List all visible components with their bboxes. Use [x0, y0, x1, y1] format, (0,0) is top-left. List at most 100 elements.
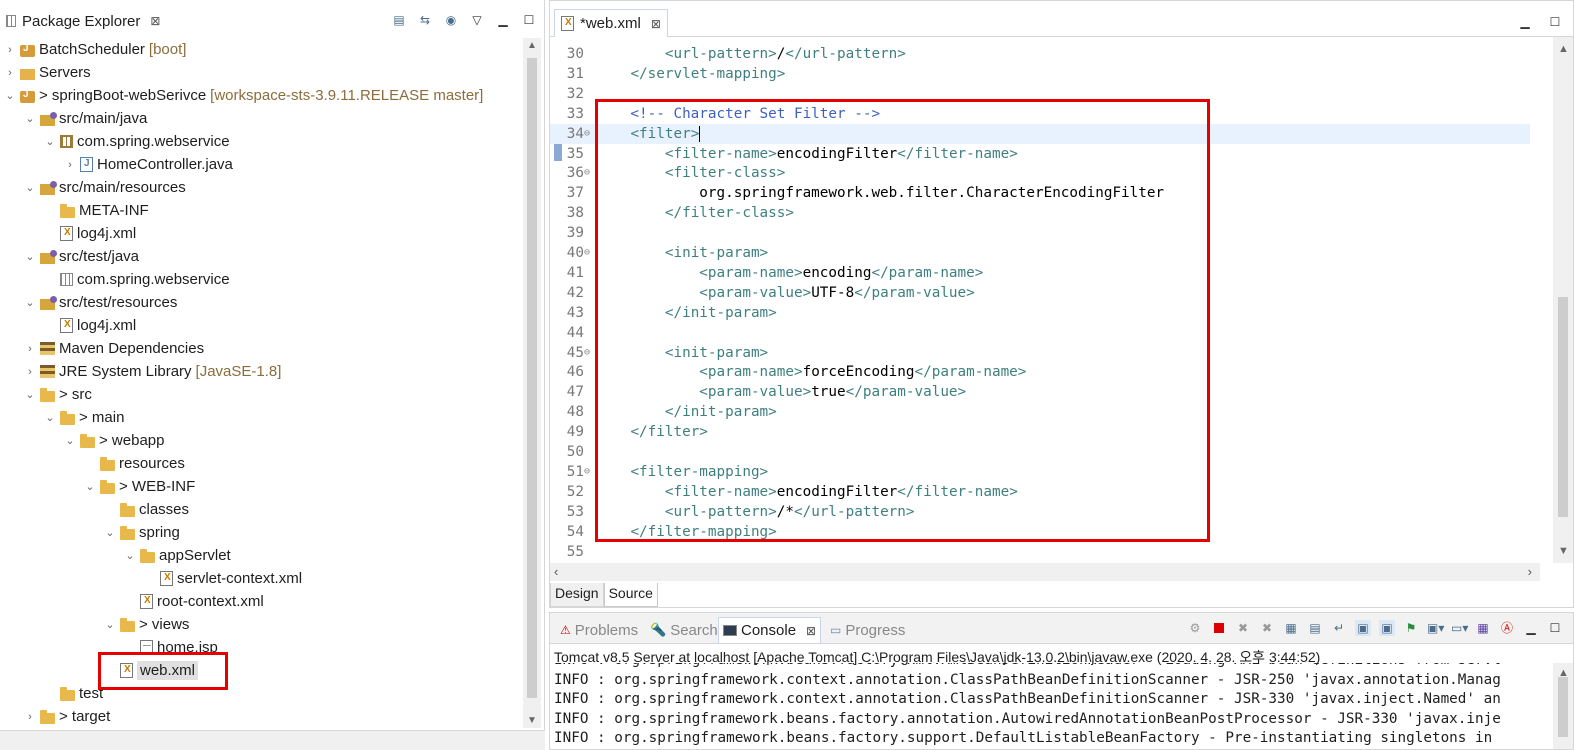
- tree-item-src-test-resources[interactable]: ⌄ src/test/resources: [22, 291, 177, 314]
- tree-item-folder-resources[interactable]: resources: [82, 452, 185, 475]
- remove-launch-icon[interactable]: ✖: [1235, 620, 1251, 636]
- chevron-down-icon[interactable]: ⌄: [22, 250, 38, 263]
- tab-console[interactable]: Console ⊠: [718, 617, 822, 643]
- tree-item-project-springboot-webservice[interactable]: ⌄ > springBoot-webSerivce[workspace-sts-3…: [2, 84, 483, 107]
- pin-console-icon[interactable]: ⚑: [1403, 620, 1419, 636]
- scroll-up-icon[interactable]: ▲: [527, 40, 537, 51]
- editor-vertical-scrollbar[interactable]: ▲ ▼: [1553, 37, 1573, 563]
- tree-item-file-servlet-context-xml[interactable]: servlet-context.xml: [142, 567, 302, 590]
- code-line[interactable]: 40 ⊖ <init-param>: [550, 243, 1530, 263]
- tree-item-folder-spring[interactable]: ⌄ spring: [102, 521, 179, 544]
- scroll-lock-icon[interactable]: ▤: [1307, 620, 1323, 636]
- tree-item-folder-views[interactable]: ⌄ > views: [102, 613, 189, 636]
- code-line[interactable]: 50: [550, 442, 1530, 462]
- link-with-editor-icon[interactable]: ⇆: [417, 12, 433, 28]
- code-line[interactable]: 54 </filter-mapping>: [550, 522, 1530, 542]
- console-scrollbar-thumb[interactable]: [1558, 677, 1568, 737]
- chevron-right-icon[interactable]: ›: [2, 67, 18, 79]
- open-log-icon[interactable]: ▦: [1475, 620, 1491, 636]
- explorer-scrollbar[interactable]: ▲ ▼: [523, 38, 541, 728]
- code-line[interactable]: 53 <url-pattern>/*</url-pattern>: [550, 502, 1530, 522]
- code-line[interactable]: 34 ⊖ <filter>: [550, 123, 1530, 144]
- code-line[interactable]: 46 <param-name>forceEncoding</param-name…: [550, 362, 1530, 382]
- chevron-right-icon[interactable]: ›: [22, 366, 38, 378]
- chevron-right-icon[interactable]: ›: [2, 44, 18, 56]
- tree-item-folder-main[interactable]: ⌄ > main: [42, 406, 124, 429]
- fold-toggle-icon[interactable]: ⊖: [584, 124, 594, 144]
- collapse-all-icon[interactable]: ▤: [391, 12, 407, 28]
- scroll-down-icon[interactable]: ▼: [1558, 545, 1569, 557]
- fold-toggle-icon[interactable]: ⊖: [584, 343, 594, 363]
- chevron-down-icon[interactable]: ⌄: [22, 296, 38, 309]
- tree-item-file-root-context-xml[interactable]: root-context.xml: [122, 590, 264, 613]
- tab-search[interactable]: 🔦 Search: [646, 617, 722, 643]
- tree-item-folder-test[interactable]: test: [42, 682, 103, 705]
- view-menu-icon[interactable]: ▽: [469, 12, 485, 28]
- code-line[interactable]: 37 org.springframework.web.filter.Charac…: [550, 183, 1530, 203]
- chevron-down-icon[interactable]: ⌄: [22, 112, 38, 125]
- display-selected-console-icon[interactable]: ▣▾: [1427, 620, 1444, 636]
- code-line[interactable]: 45 ⊖ <init-param>: [550, 343, 1530, 363]
- chevron-right-icon[interactable]: ›: [62, 159, 78, 171]
- console-scrollbar[interactable]: ▲: [1553, 663, 1573, 749]
- tree-item-folder-web-inf[interactable]: ⌄ > WEB-INF: [82, 475, 195, 498]
- code-line[interactable]: 39: [550, 223, 1530, 243]
- editor-scrollbar-thumb[interactable]: [1558, 297, 1568, 517]
- code-line[interactable]: 30 <url-pattern>/</url-pattern>: [550, 44, 1530, 64]
- code-line[interactable]: 48 </init-param>: [550, 402, 1530, 422]
- chevron-down-icon[interactable]: ⌄: [22, 388, 38, 401]
- editor-horizontal-scrollbar[interactable]: ‹ ›: [550, 563, 1540, 581]
- scroll-down-icon[interactable]: ▼: [527, 715, 537, 726]
- clear-console-icon[interactable]: ▦: [1283, 620, 1299, 636]
- code-line[interactable]: 51 ⊖ <filter-mapping>: [550, 462, 1530, 482]
- tree-item-folder-appservlet[interactable]: ⌄ appServlet: [122, 544, 230, 567]
- maximize-icon[interactable]: ☐: [1547, 620, 1563, 636]
- code-line[interactable]: 32: [550, 84, 1530, 104]
- maximize-icon[interactable]: ☐: [521, 12, 537, 28]
- fold-toggle-icon[interactable]: ⊖: [584, 163, 594, 183]
- error-log-icon[interactable]: Ⓐ: [1499, 620, 1515, 636]
- tree-item-file-log4j-xml-test[interactable]: log4j.xml: [42, 314, 136, 337]
- code-line[interactable]: 42 <param-value>UTF-8</param-value>: [550, 283, 1530, 303]
- chevron-down-icon[interactable]: ⌄: [42, 135, 58, 148]
- chevron-down-icon[interactable]: ⌄: [122, 549, 138, 562]
- console-output[interactable]: INFO : org.springframework.beans.factory…: [554, 663, 1544, 750]
- tree-item-package-com-spring-webservice-test[interactable]: com.spring.webservice: [42, 268, 230, 291]
- show-on-stderr-icon[interactable]: ▣: [1379, 620, 1395, 636]
- focus-on-active-task-icon[interactable]: ◉: [443, 12, 459, 28]
- tab-design[interactable]: Design: [550, 583, 604, 607]
- scroll-right-icon[interactable]: ›: [1528, 564, 1532, 579]
- code-line[interactable]: 33 <!-- Character Set Filter -->: [550, 104, 1530, 124]
- tree-item-file-homecontroller-java[interactable]: › HomeController.java: [62, 153, 233, 176]
- code-line[interactable]: 55: [550, 542, 1530, 562]
- terminate-icon[interactable]: [1211, 620, 1227, 636]
- tree-item-src-main-java[interactable]: ⌄ src/main/java: [22, 107, 147, 130]
- chevron-down-icon[interactable]: ⌄: [82, 480, 98, 493]
- tree-item-package-com-spring-webservice[interactable]: ⌄ com.spring.webservice: [42, 130, 229, 153]
- tab-web-xml[interactable]: *web.xml ⊠: [554, 9, 668, 37]
- code-line[interactable]: 36 ⊖ <filter-class>: [550, 163, 1530, 183]
- tree-item-src-main-resources[interactable]: ⌄ src/main/resources: [22, 176, 185, 199]
- tree-item-jre-system-library[interactable]: › JRE System Library [JavaSE-1.8]: [22, 360, 281, 383]
- scroll-left-icon[interactable]: ‹: [554, 564, 558, 579]
- minimize-icon[interactable]: ▁: [495, 12, 511, 28]
- tab-problems[interactable]: ⚠ Problems: [556, 617, 642, 643]
- fold-toggle-icon[interactable]: ⊖: [584, 243, 594, 263]
- code-line[interactable]: 35 <filter-name>encodingFilter</filter-n…: [550, 144, 1530, 164]
- code-line[interactable]: 49 </filter>: [550, 422, 1530, 442]
- tree-item-project-servers[interactable]: › Servers: [2, 61, 91, 84]
- disconnect-icon[interactable]: ⚙: [1187, 620, 1203, 636]
- code-line[interactable]: 44: [550, 323, 1530, 343]
- code-line[interactable]: 38 </filter-class>: [550, 203, 1530, 223]
- scroll-up-icon[interactable]: ▲: [1558, 43, 1569, 55]
- chevron-down-icon[interactable]: ⌄: [42, 411, 58, 424]
- tree-item-file-home-jsp[interactable]: home.jsp: [122, 636, 218, 659]
- minimize-icon[interactable]: ▁: [1523, 620, 1539, 636]
- code-line[interactable]: 31 </servlet-mapping>: [550, 64, 1530, 84]
- tree-item-file-web-xml[interactable]: web.xml: [102, 659, 199, 682]
- tree-item-project-batchscheduler[interactable]: › BatchScheduler[boot]: [2, 38, 186, 61]
- close-icon[interactable]: ⊠: [806, 624, 816, 638]
- tree-item-folder-webapp[interactable]: ⌄ > webapp: [62, 429, 164, 452]
- tree-item-file-log4j-xml[interactable]: log4j.xml: [42, 222, 136, 245]
- tree-item-folder-meta-inf[interactable]: META-INF: [42, 199, 149, 222]
